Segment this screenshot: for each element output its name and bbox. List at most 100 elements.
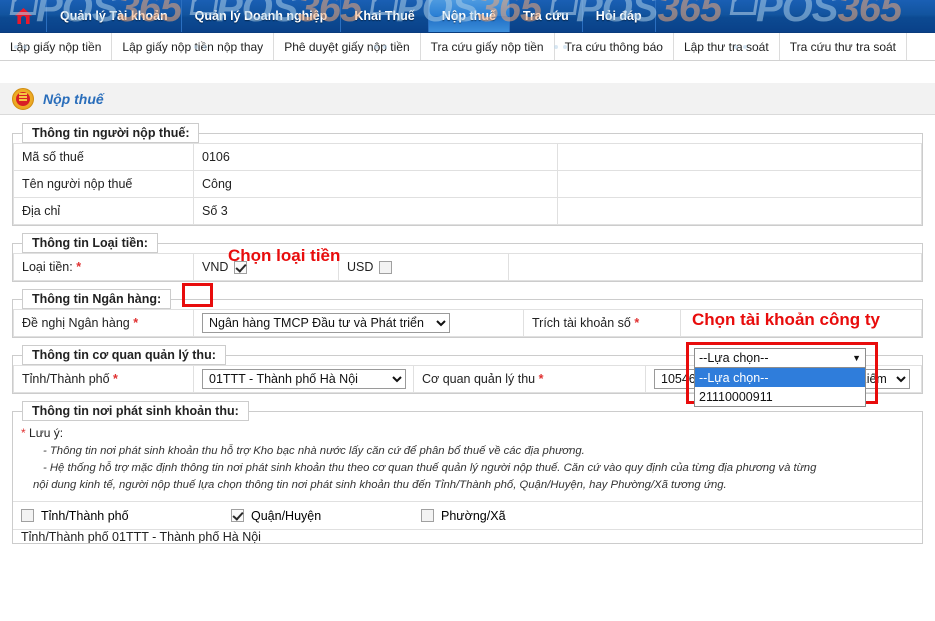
bank-info-legend: Thông tin Ngân hàng: <box>22 289 172 309</box>
note-star: * <box>21 426 26 440</box>
subnav-item-tra-cuu-thong-bao[interactable]: Tra cứu thông báo <box>555 33 674 60</box>
nav-item-hoi-dap[interactable]: Hỏi đáp <box>583 0 656 32</box>
account-option-label: --Lựa chọn-- <box>699 370 769 385</box>
national-emblem-seal-icon <box>12 87 34 110</box>
nav-item-label: Nộp thuế <box>441 9 496 23</box>
account-dropdown-selected-value: --Lựa chọn-- <box>699 351 769 365</box>
scope-district-checkbox[interactable] <box>231 509 244 522</box>
subnav-item-tra-cuu-giay-nop-tien[interactable]: Tra cứu giấy nộp tiền <box>421 33 555 60</box>
scope-option-province[interactable]: Tỉnh/Thành phố <box>21 509 231 523</box>
note-line: - Hệ thống hỗ trợ mặc định thông tin nơi… <box>43 462 817 474</box>
taxpayer-info-section: Thông tin người nộp thuế: Mã số thuế 010… <box>12 123 923 226</box>
scope-option-district[interactable]: Quận/Huyện <box>231 509 421 523</box>
office-label-text: Cơ quan quản lý thu <box>422 372 536 386</box>
required-marker: * <box>76 260 82 274</box>
subnav-item-phe-duyet-giay-nop-tien[interactable]: Phê duyệt giấy nộp tiền <box>274 33 421 60</box>
watermark-band <box>0 61 935 83</box>
tax-authority-legend: Thông tin cơ quan quản lý thu: <box>22 345 226 365</box>
scope-checkbox-row: Tỉnh/Thành phố Quận/Huyện Phường/Xã <box>13 501 922 529</box>
currency-info-legend: Thông tin Loại tiền: <box>22 233 158 253</box>
currency-label: Loại tiền: * <box>13 253 194 281</box>
currency-vnd-label: VND <box>202 260 229 274</box>
page-title: Nộp thuế <box>43 90 104 107</box>
taxpayer-info-table: Mã số thuế 0106 Tên người nộp thuế Công … <box>13 143 922 225</box>
table-row: Tên người nộp thuế Công <box>13 170 922 198</box>
account-label-text: Trích tài khoản số <box>532 316 631 330</box>
note-block: * Lưu ý: - Thông tin nơi phát sinh khoản… <box>13 421 922 501</box>
subnav-filler <box>907 33 935 60</box>
taxpayer-name-label: Tên người nộp thuế <box>13 170 194 198</box>
province-select[interactable]: 01TTT - Thành phố Hà Nội <box>202 369 406 389</box>
tax-code-spacer <box>557 143 922 171</box>
subnav-item-lap-thu-tra-soat[interactable]: Lập thư tra soát <box>674 33 780 60</box>
scope-ward-checkbox[interactable] <box>421 509 434 522</box>
account-dropdown-trigger[interactable]: --Lựa chọn-- ▼ <box>694 348 866 368</box>
subnav-item-label: Tra cứu thư tra soát <box>789 39 897 54</box>
required-marker: * <box>634 316 640 330</box>
scope-province-label: Tỉnh/Thành phố <box>41 508 129 523</box>
subnav-item-label: Tra cứu giấy nộp tiền <box>430 39 544 54</box>
nav-item-nop-thue[interactable]: Nộp thuế <box>428 0 510 32</box>
subnav-item-label: Phê duyệt giấy nộp tiền <box>284 39 410 54</box>
subnav-item-label: Lập thư tra soát <box>683 39 769 54</box>
revenue-origin-section: Thông tin nơi phát sinh khoản thu: * Lưu… <box>12 401 923 544</box>
annotation-choose-currency: Chọn loại tiền <box>228 246 341 265</box>
province-label: Tỉnh/Thành phố * <box>13 365 194 393</box>
nav-filler <box>656 0 935 32</box>
scope-ward-label: Phường/Xã <box>441 508 506 523</box>
address-spacer <box>557 197 922 225</box>
account-label-cell: Trích tài khoản số * <box>523 309 681 337</box>
home-button[interactable] <box>0 0 47 32</box>
required-marker: * <box>113 372 118 386</box>
currency-usd-cell[interactable]: USD <box>338 253 509 281</box>
subnav-item-label: Lập giấy nộp tiền nộp thay <box>122 39 264 54</box>
office-label-cell: Cơ quan quản lý thu * <box>413 365 646 393</box>
nav-item-quan-ly-tai-khoan[interactable]: Quản lý Tài khoản <box>47 0 182 32</box>
account-dropdown-list: --Lựa chọn-- 21110000911 <box>694 368 866 407</box>
currency-usd-checkbox[interactable] <box>379 260 393 274</box>
subnav-item-label: Lập giấy nộp tiền <box>10 39 102 54</box>
bank-select-cell: Ngân hàng TMCP Đầu tư và Phát triển <box>193 309 524 337</box>
nav-item-quan-ly-doanh-nghiep[interactable]: Quản lý Doanh nghiệp <box>182 0 342 32</box>
address-value: Số 3 <box>193 197 558 225</box>
table-row: Loại tiền: * VND USD <box>13 253 922 281</box>
scope-district-label: Quận/Huyện <box>251 508 322 523</box>
province-select-cell: 01TTT - Thành phố Hà Nội <box>193 365 414 393</box>
taxpayer-name-spacer <box>557 170 922 198</box>
scope-option-ward[interactable]: Phường/Xã <box>421 509 506 523</box>
subnav-item-lap-giay-nop-tien[interactable]: Lập giấy nộp tiền <box>0 33 113 60</box>
required-marker: * <box>538 372 544 386</box>
nav-item-label: Quản lý Doanh nghiệp <box>194 9 328 23</box>
required-marker: * <box>133 316 139 330</box>
account-dropdown-option-placeholder[interactable]: --Lựa chọn-- <box>695 368 865 387</box>
taxpayer-name-value: Công <box>193 170 558 198</box>
account-dropdown[interactable]: --Lựa chọn-- ▼ --Lựa chọn-- 21110000911 <box>694 348 866 407</box>
nav-item-khai-thue[interactable]: Khai Thuế <box>341 0 429 32</box>
bank-request-label: Đề nghị Ngân hàng * <box>13 309 194 337</box>
nav-item-label: Hỏi đáp <box>595 9 642 23</box>
subnav-item-tra-cuu-thu-tra-soat[interactable]: Tra cứu thư tra soát <box>780 33 908 60</box>
clipped-province-row: Tỉnh/Thành phố 01TTT - Thành phố Hà Nội <box>13 529 922 543</box>
note-title-text: Lưu ý: <box>29 426 64 440</box>
annotation-choose-company-account: Chọn tài khoản công ty <box>692 310 880 329</box>
tax-code-value: 0106 <box>193 143 558 171</box>
bank-select[interactable]: Ngân hàng TMCP Đầu tư và Phát triển <box>202 313 450 333</box>
table-row: Địa chỉ Số 3 <box>13 197 922 225</box>
account-dropdown-option-21110000911[interactable]: 21110000911 <box>695 387 865 406</box>
revenue-origin-legend: Thông tin nơi phát sinh khoản thu: <box>22 401 249 421</box>
taxpayer-info-legend: Thông tin người nộp thuế: <box>22 123 200 143</box>
subnav-item-lap-giay-nop-tien-nop-thay[interactable]: Lập giấy nộp tiền nộp thay <box>112 33 275 60</box>
tax-code-label: Mã số thuế <box>13 143 194 171</box>
note-line: nội dung kinh tế, người nộp thuế lựa chọ… <box>33 479 727 491</box>
address-label: Địa chỉ <box>13 197 194 225</box>
home-icon <box>14 8 32 24</box>
table-row: Mã số thuế 0106 <box>13 143 922 171</box>
nav-item-label: Quản lý Tài khoản <box>60 9 168 23</box>
account-option-label: 21110000911 <box>699 389 773 404</box>
scope-province-checkbox[interactable] <box>21 509 34 522</box>
note-line: - Thông tin nơi phát sinh khoản thu hỗ t… <box>43 445 585 457</box>
currency-label-text: Loại tiền: <box>22 260 73 274</box>
province-label-text: Tỉnh/Thành phố <box>22 372 110 386</box>
nav-item-tra-cuu[interactable]: Tra cứu <box>510 0 583 32</box>
sub-navigation-bar: Lập giấy nộp tiền Lập giấy nộp tiền nộp … <box>0 33 935 61</box>
